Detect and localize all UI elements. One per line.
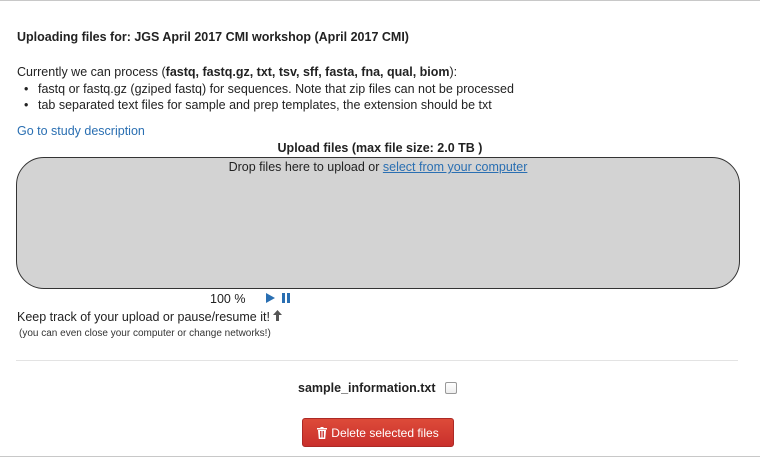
intro-prefix: Currently we can process (	[17, 65, 166, 79]
list-item: tab separated text files for sample and …	[17, 97, 514, 113]
upload-tracking-note: Keep track of your upload or pause/resum…	[17, 310, 282, 324]
section-divider	[16, 360, 738, 361]
intro-suffix: ):	[449, 65, 458, 79]
delete-selected-files-button[interactable]: Delete selected files	[302, 418, 454, 447]
format-notes-list: fastq or fastq.gz (gziped fastq) for seq…	[17, 81, 514, 113]
list-item: fastq or fastq.gz (gziped fastq) for seq…	[17, 81, 514, 97]
drop-text: Drop files here to upload or	[228, 160, 383, 174]
bottom-divider	[0, 456, 760, 457]
drop-instructions: Drop files here to upload or select from…	[17, 160, 739, 174]
page-title: Uploading files for: JGS April 2017 CMI …	[17, 30, 409, 44]
upload-section-title: Upload files (max file size: 2.0 TB )	[277, 141, 483, 155]
formats-intro: Currently we can process (fastq, fastq.g…	[17, 65, 457, 79]
trash-icon	[317, 426, 328, 439]
upload-progress: 100 %	[210, 292, 246, 306]
play-icon[interactable]	[266, 293, 275, 306]
supported-formats: fastq, fastq.gz, txt, tsv, sff, fasta, f…	[165, 65, 450, 79]
up-arrow-icon	[272, 310, 282, 324]
resume-hint: (you can even close your computer or cha…	[19, 328, 271, 339]
delete-button-label: Delete selected files	[331, 425, 439, 440]
top-divider	[0, 0, 760, 1]
pause-icon[interactable]	[282, 293, 290, 306]
select-files-link[interactable]: select from your computer	[383, 160, 528, 174]
study-description-link[interactable]: Go to study description	[17, 124, 145, 138]
file-select-checkbox[interactable]	[444, 382, 457, 394]
file-name: sample_information.txt	[298, 381, 436, 395]
file-drop-zone[interactable]: Drop files here to upload or select from…	[16, 157, 740, 289]
file-row: sample_information.txt	[298, 381, 457, 395]
track-text: Keep track of your upload or pause/resum…	[17, 310, 270, 324]
